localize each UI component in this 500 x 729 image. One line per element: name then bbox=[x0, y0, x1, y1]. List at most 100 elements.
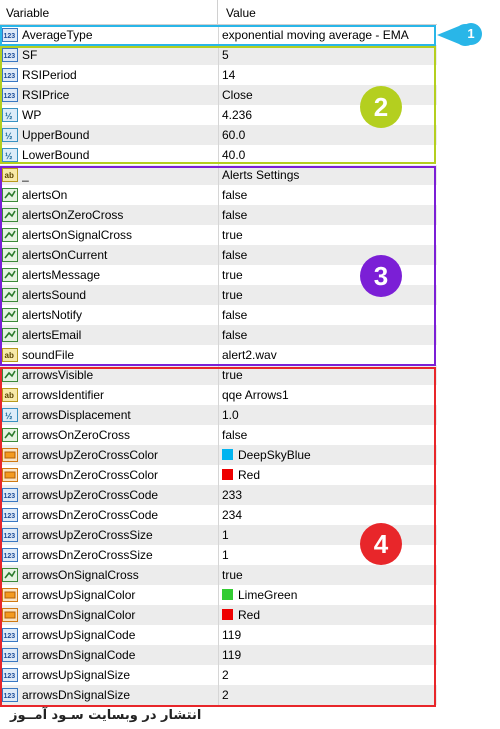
param-value[interactable]: DeepSkyBlue bbox=[222, 445, 434, 465]
param-name: arrowsDisplacement bbox=[22, 405, 219, 425]
param-row[interactable]: ab _ Alerts Settings bbox=[0, 165, 437, 185]
param-value[interactable]: 4.236 bbox=[222, 105, 434, 125]
param-row[interactable]: 123 arrowsDnZeroCrossCode 234 bbox=[0, 505, 437, 525]
param-row[interactable]: ab arrowsIdentifier qqe Arrows1 bbox=[0, 385, 437, 405]
group-badge-4: 4 bbox=[360, 523, 402, 565]
param-name: arrowsUpSignalCode bbox=[22, 625, 219, 645]
svg-text:ab: ab bbox=[5, 171, 14, 180]
param-row[interactable]: arrowsUpSignalColor LimeGreen bbox=[0, 585, 437, 605]
param-row[interactable]: alertsNotify false bbox=[0, 305, 437, 325]
param-row[interactable]: 123 SF 5 bbox=[0, 45, 437, 65]
param-value[interactable]: Close bbox=[222, 85, 434, 105]
param-row[interactable]: 123 arrowsUpSignalSize 2 bbox=[0, 665, 437, 685]
param-row[interactable]: arrowsOnSignalCross true bbox=[0, 565, 437, 585]
param-value[interactable]: true bbox=[222, 225, 434, 245]
param-row[interactable]: 123 arrowsUpSignalCode 119 bbox=[0, 625, 437, 645]
param-value[interactable]: 233 bbox=[222, 485, 434, 505]
param-value[interactable]: false bbox=[222, 305, 434, 325]
svg-text:123: 123 bbox=[4, 653, 16, 660]
header-value[interactable]: Value bbox=[219, 0, 437, 24]
string-icon: ab bbox=[2, 347, 18, 363]
param-value[interactable]: 119 bbox=[222, 625, 434, 645]
bool-icon bbox=[2, 367, 18, 383]
param-value[interactable]: Alerts Settings bbox=[222, 165, 434, 185]
param-row[interactable]: alertsOn false bbox=[0, 185, 437, 205]
param-value[interactable]: Red bbox=[222, 605, 434, 625]
param-row[interactable]: alertsOnZeroCross false bbox=[0, 205, 437, 225]
param-value[interactable]: 2 bbox=[222, 685, 434, 705]
param-row[interactable]: ½ arrowsDisplacement 1.0 bbox=[0, 405, 437, 425]
string-icon: ab bbox=[2, 387, 18, 403]
param-value[interactable]: 1 bbox=[222, 545, 434, 565]
param-row[interactable]: alertsOnSignalCross true bbox=[0, 225, 437, 245]
bool-icon bbox=[2, 267, 18, 283]
grid-header: Variable Value bbox=[0, 0, 437, 25]
param-row[interactable]: arrowsDnSignalColor Red bbox=[0, 605, 437, 625]
param-value[interactable]: 14 bbox=[222, 65, 434, 85]
param-value[interactable]: true bbox=[222, 365, 434, 385]
color-swatch bbox=[222, 609, 233, 620]
param-name: arrowsUpZeroCrossColor bbox=[22, 445, 219, 465]
double-icon: ½ bbox=[2, 407, 18, 423]
param-row[interactable]: 123 arrowsDnSignalSize 2 bbox=[0, 685, 437, 705]
svg-text:123: 123 bbox=[4, 693, 16, 700]
param-value[interactable]: false bbox=[222, 205, 434, 225]
param-name: alertsSound bbox=[22, 285, 219, 305]
double-icon: ½ bbox=[2, 147, 18, 163]
header-variable[interactable]: Variable bbox=[0, 0, 218, 24]
param-row[interactable]: ab soundFile alert2.wav bbox=[0, 345, 437, 365]
param-value[interactable]: false bbox=[222, 425, 434, 445]
param-value[interactable]: true bbox=[222, 565, 434, 585]
param-value[interactable]: false bbox=[222, 245, 434, 265]
param-row[interactable]: arrowsDnZeroCrossColor Red bbox=[0, 465, 437, 485]
param-value[interactable]: qqe Arrows1 bbox=[222, 385, 434, 405]
param-value[interactable]: 60.0 bbox=[222, 125, 434, 145]
param-value[interactable]: 1 bbox=[222, 525, 434, 545]
param-value[interactable]: true bbox=[222, 285, 434, 305]
param-row[interactable]: arrowsVisible true bbox=[0, 365, 437, 385]
param-row[interactable]: ½ UpperBound 60.0 bbox=[0, 125, 437, 145]
param-value[interactable]: 5 bbox=[222, 45, 434, 65]
param-row[interactable]: ½ LowerBound 40.0 bbox=[0, 145, 437, 165]
param-value[interactable]: true bbox=[222, 265, 434, 285]
param-row[interactable]: arrowsUpZeroCrossColor DeepSkyBlue bbox=[0, 445, 437, 465]
param-row[interactable]: 123 AverageType exponential moving average… bbox=[0, 25, 437, 45]
param-value[interactable]: false bbox=[222, 325, 434, 345]
param-value[interactable]: 234 bbox=[222, 505, 434, 525]
param-value[interactable]: 119 bbox=[222, 645, 434, 665]
svg-text:123: 123 bbox=[4, 53, 16, 60]
param-name: alertsOnZeroCross bbox=[22, 205, 219, 225]
svg-text:½: ½ bbox=[5, 131, 13, 141]
bool-icon bbox=[2, 287, 18, 303]
int-icon: 123 bbox=[2, 27, 18, 43]
int-icon: 123 bbox=[2, 547, 18, 563]
param-name: alertsOnCurrent bbox=[22, 245, 219, 265]
param-value[interactable]: alert2.wav bbox=[222, 345, 434, 365]
int-icon: 123 bbox=[2, 667, 18, 683]
param-row[interactable]: 123 arrowsUpZeroCrossCode 233 bbox=[0, 485, 437, 505]
param-value[interactable]: LimeGreen bbox=[222, 585, 434, 605]
int-icon: 123 bbox=[2, 487, 18, 503]
param-value[interactable]: Red bbox=[222, 465, 434, 485]
param-value[interactable]: 40.0 bbox=[222, 145, 434, 165]
param-name: arrowsDnZeroCrossCode bbox=[22, 505, 219, 525]
param-name: arrowsOnSignalCross bbox=[22, 565, 219, 585]
param-value[interactable]: 1.0 bbox=[222, 405, 434, 425]
string-icon: ab bbox=[2, 167, 18, 183]
param-value[interactable]: false bbox=[222, 185, 434, 205]
svg-text:123: 123 bbox=[4, 33, 16, 40]
bool-icon bbox=[2, 427, 18, 443]
color-icon bbox=[2, 587, 18, 603]
svg-text:123: 123 bbox=[4, 93, 16, 100]
param-name: UpperBound bbox=[22, 125, 219, 145]
param-row[interactable]: arrowsOnZeroCross false bbox=[0, 425, 437, 445]
param-row[interactable]: alertsEmail false bbox=[0, 325, 437, 345]
group-badge-2: 2 bbox=[360, 86, 402, 128]
param-value[interactable]: 2 bbox=[222, 665, 434, 685]
param-row[interactable]: 123 arrowsDnSignalCode 119 bbox=[0, 645, 437, 665]
int-icon: 123 bbox=[2, 87, 18, 103]
svg-text:123: 123 bbox=[4, 493, 16, 500]
param-row[interactable]: 123 RSIPeriod 14 bbox=[0, 65, 437, 85]
bool-icon bbox=[2, 207, 18, 223]
param-value[interactable]: exponential moving average - EMA bbox=[222, 25, 434, 45]
